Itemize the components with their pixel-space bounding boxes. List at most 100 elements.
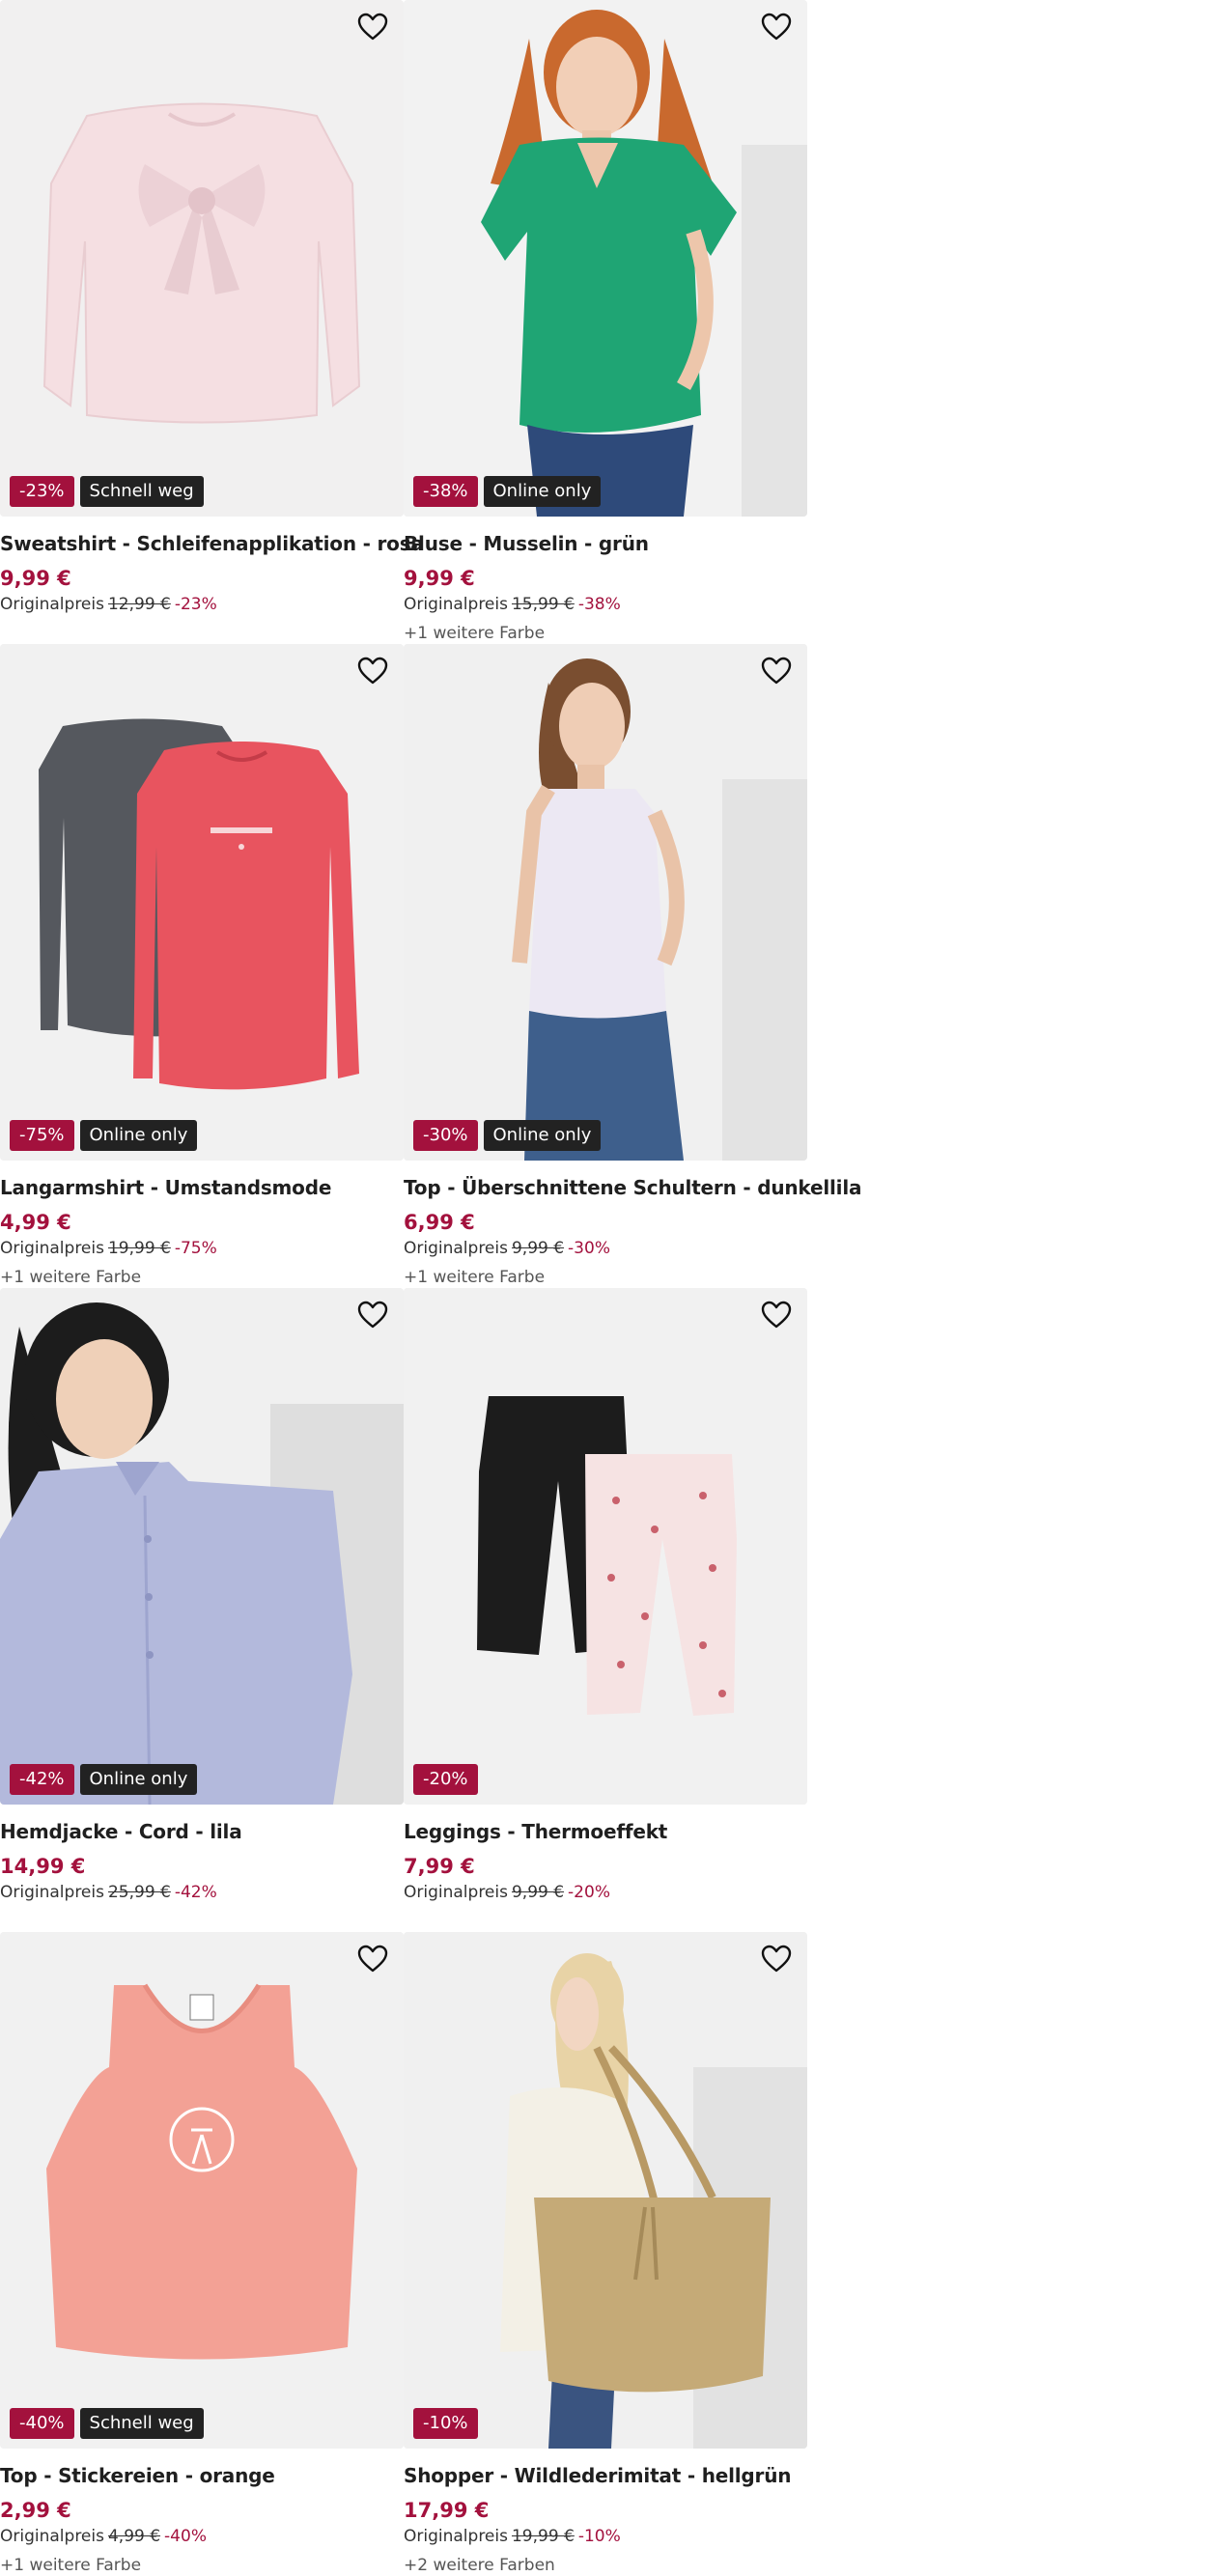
original-price-label: Originalpreis bbox=[404, 595, 508, 614]
favorite-button[interactable] bbox=[355, 1943, 390, 1975]
product-image[interactable]: -23% Schnell weg bbox=[0, 0, 404, 517]
product-price: 17,99 € bbox=[404, 2499, 490, 2522]
original-price: 25,99 € bbox=[107, 1883, 171, 1902]
discount-text: -10% bbox=[577, 2527, 621, 2546]
discount-text: -40% bbox=[164, 2527, 207, 2546]
original-price-label: Originalpreis bbox=[0, 2527, 104, 2546]
product-title[interactable]: Hemdjacke - Cord - lila bbox=[0, 1820, 404, 1843]
product-image-leggings bbox=[404, 1288, 807, 1805]
discount-badge: -10% bbox=[413, 2408, 478, 2439]
original-price-row: Originalpreis 19,99 € -75% bbox=[0, 1239, 404, 1258]
product-card[interactable]: -30% Online only Top - Überschnittene Sc… bbox=[404, 644, 861, 1287]
discount-badge: -30% bbox=[413, 1120, 478, 1151]
original-price: 9,99 € bbox=[511, 1239, 565, 1258]
label-badge: Online only bbox=[483, 476, 602, 507]
original-price: 19,99 € bbox=[511, 2527, 575, 2546]
product-price: 6,99 € bbox=[404, 1211, 475, 1234]
discount-text: -30% bbox=[568, 1239, 610, 1258]
product-card[interactable]: -10% Shopper - Wildlederimitat - hellgrü… bbox=[404, 1932, 807, 2575]
product-title[interactable]: Leggings - Thermoeffekt bbox=[404, 1820, 807, 1843]
original-price-label: Originalpreis bbox=[404, 1883, 508, 1902]
original-price-label: Originalpreis bbox=[0, 1239, 104, 1258]
product-title[interactable]: Shopper - Wildlederimitat - hellgrün bbox=[404, 2464, 807, 2487]
favorite-button[interactable] bbox=[355, 11, 390, 43]
label-badge: Schnell weg bbox=[79, 476, 204, 507]
heart-icon bbox=[761, 1301, 792, 1329]
original-price: 9,99 € bbox=[511, 1883, 565, 1902]
heart-icon bbox=[761, 13, 792, 41]
discount-text: -20% bbox=[568, 1883, 610, 1902]
discount-badge: -20% bbox=[413, 1764, 478, 1795]
badge-row: -23% Schnell weg bbox=[10, 476, 204, 507]
product-card[interactable]: -23% Schnell weg Sweatshirt - Schleifena… bbox=[0, 0, 424, 614]
more-colors-link[interactable]: +2 weitere Farben bbox=[404, 2556, 807, 2575]
product-image[interactable]: -30% Online only bbox=[404, 644, 807, 1161]
heart-icon bbox=[357, 1301, 388, 1329]
more-colors-link[interactable]: +1 weitere Farbe bbox=[404, 1268, 807, 1287]
product-image[interactable]: -10% bbox=[404, 1932, 807, 2449]
badge-row: -30% Online only bbox=[413, 1120, 602, 1151]
favorite-button[interactable] bbox=[355, 1299, 390, 1331]
product-price: 7,99 € bbox=[404, 1855, 475, 1878]
heart-icon bbox=[761, 657, 792, 685]
original-price: 19,99 € bbox=[107, 1239, 171, 1258]
product-price: 2,99 € bbox=[0, 2499, 71, 2522]
original-price-row: Originalpreis 19,99 € -10% bbox=[404, 2527, 807, 2546]
product-image[interactable]: -42% Online only bbox=[0, 1288, 404, 1805]
favorite-button[interactable] bbox=[759, 655, 794, 687]
more-colors-link[interactable]: +1 weitere Farbe bbox=[0, 2556, 404, 2575]
product-image[interactable]: -75% Online only bbox=[0, 644, 404, 1161]
discount-text: -38% bbox=[577, 595, 621, 614]
original-price-row: Originalpreis 12,99 € -23% bbox=[0, 595, 404, 614]
badge-row: -75% Online only bbox=[10, 1120, 198, 1151]
discount-badge: -38% bbox=[413, 476, 478, 507]
favorite-button[interactable] bbox=[355, 655, 390, 687]
discount-text: -42% bbox=[174, 1883, 217, 1902]
heart-icon bbox=[357, 13, 388, 41]
label-badge: Online only bbox=[79, 1764, 198, 1795]
discount-badge: -40% bbox=[10, 2408, 74, 2439]
original-price: 12,99 € bbox=[107, 595, 171, 614]
original-price-row: Originalpreis 9,99 € -30% bbox=[404, 1239, 807, 1258]
favorite-button[interactable] bbox=[759, 11, 794, 43]
product-card[interactable]: -42% Online only Hemdjacke - Cord - lila… bbox=[0, 1288, 404, 1902]
product-image[interactable]: -40% Schnell weg bbox=[0, 1932, 404, 2449]
more-colors-link[interactable]: +1 weitere Farbe bbox=[0, 1268, 404, 1287]
product-title[interactable]: Bluse - Musselin - grün bbox=[404, 532, 807, 555]
badge-row: -38% Online only bbox=[413, 476, 602, 507]
product-title[interactable]: Sweatshirt - Schleifenapplikation - rosa bbox=[0, 532, 424, 555]
product-title[interactable]: Langarmshirt - Umstandsmode bbox=[0, 1176, 404, 1199]
more-colors-link[interactable]: +1 weitere Farbe bbox=[404, 624, 807, 643]
original-price-row: Originalpreis 25,99 € -42% bbox=[0, 1883, 404, 1902]
product-image-longsleeve bbox=[0, 644, 404, 1161]
original-price: 4,99 € bbox=[107, 2527, 161, 2546]
discount-badge: -75% bbox=[10, 1120, 74, 1151]
discount-badge: -42% bbox=[10, 1764, 74, 1795]
heart-icon bbox=[761, 1945, 792, 1973]
original-price-label: Originalpreis bbox=[0, 1883, 104, 1902]
favorite-button[interactable] bbox=[759, 1943, 794, 1975]
product-image-shirt-jacket bbox=[0, 1288, 404, 1805]
product-price: 9,99 € bbox=[0, 567, 71, 590]
label-badge: Online only bbox=[483, 1120, 602, 1151]
product-card[interactable]: -38% Online only Bluse - Musselin - grün… bbox=[404, 0, 807, 643]
product-image-top bbox=[404, 644, 807, 1161]
heart-icon bbox=[357, 657, 388, 685]
badge-row: -42% Online only bbox=[10, 1764, 198, 1795]
product-price: 4,99 € bbox=[0, 1211, 71, 1234]
original-price-row: Originalpreis 15,99 € -38% bbox=[404, 595, 807, 614]
favorite-button[interactable] bbox=[759, 1299, 794, 1331]
product-image[interactable]: -20% bbox=[404, 1288, 807, 1805]
product-card[interactable]: -20% Leggings - Thermoeffekt 7,99 € Orig… bbox=[404, 1288, 807, 1902]
product-image[interactable]: -38% Online only bbox=[404, 0, 807, 517]
original-price-row: Originalpreis 9,99 € -20% bbox=[404, 1883, 807, 1902]
original-price-label: Originalpreis bbox=[404, 1239, 508, 1258]
product-image-shopper-bag bbox=[404, 1932, 807, 2449]
product-price: 9,99 € bbox=[404, 567, 475, 590]
product-card[interactable]: -40% Schnell weg Top - Stickereien - ora… bbox=[0, 1932, 404, 2575]
product-card[interactable]: -75% Online only Langarmshirt - Umstands… bbox=[0, 644, 404, 1287]
product-image-blouse bbox=[404, 0, 807, 517]
original-price: 15,99 € bbox=[511, 595, 575, 614]
product-title[interactable]: Top - Überschnittene Schultern - dunkell… bbox=[404, 1176, 861, 1199]
product-title[interactable]: Top - Stickereien - orange bbox=[0, 2464, 404, 2487]
